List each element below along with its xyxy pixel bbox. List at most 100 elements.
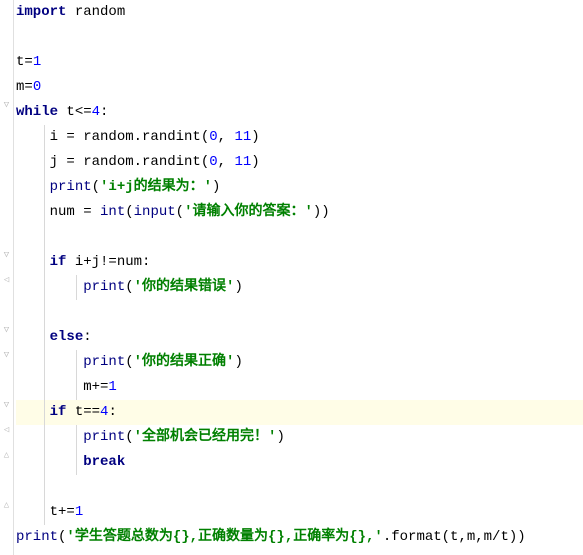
code-line[interactable] <box>16 25 583 50</box>
paren: ( <box>92 179 100 195</box>
indent-guide <box>44 200 45 225</box>
code-line[interactable] <box>16 300 583 325</box>
text: m+= <box>16 379 108 395</box>
assign: m= <box>16 79 33 95</box>
code-line[interactable]: else: <box>16 325 583 350</box>
indent <box>16 354 83 370</box>
code-line[interactable]: while t<=4: <box>16 100 583 125</box>
number-literal: 0 <box>209 129 217 145</box>
code-line[interactable]: t+=1 <box>16 500 583 525</box>
module-name: random <box>66 4 125 20</box>
indent-guide <box>44 275 45 300</box>
indent-guide <box>44 500 45 525</box>
code-line[interactable] <box>16 475 583 500</box>
gutter <box>0 0 14 555</box>
indent-guide <box>44 375 45 400</box>
indent-guide <box>44 400 45 425</box>
indent-guide <box>44 225 45 250</box>
indent-guide <box>44 475 45 500</box>
fold-icon[interactable] <box>1 500 12 511</box>
builtin-print: print <box>16 529 58 545</box>
indent-guide <box>76 425 77 450</box>
indent-guide <box>44 125 45 150</box>
string-literal: '学生答题总数为{},正确数量为{},正确率为{},' <box>66 529 382 545</box>
indent <box>16 429 83 445</box>
code-line[interactable]: num = int(input('请输入你的答案：')) <box>16 200 583 225</box>
number-literal: 1 <box>108 379 116 395</box>
code-line[interactable]: j = random.randint(0, 11) <box>16 150 583 175</box>
paren: ( <box>176 204 184 220</box>
code-area[interactable]: import random t=1 m=0 while t<=4: i = ra… <box>14 0 583 555</box>
comma: , <box>218 154 235 170</box>
colon: : <box>83 329 91 345</box>
indent-guide <box>44 175 45 200</box>
paren: ( <box>125 354 133 370</box>
builtin-print: print <box>83 354 125 370</box>
fold-icon[interactable] <box>1 450 12 461</box>
indent-guide <box>44 250 45 275</box>
string-literal: '全部机会已经用完！' <box>134 429 277 445</box>
string-literal: '你的结果正确' <box>134 354 235 370</box>
code-line[interactable]: print('全部机会已经用完！') <box>16 425 583 450</box>
code-line[interactable]: break <box>16 450 583 475</box>
fold-icon[interactable] <box>1 325 12 336</box>
paren: ) <box>212 179 220 195</box>
number-literal: 0 <box>209 154 217 170</box>
code-line[interactable]: t=1 <box>16 50 583 75</box>
indent-guide <box>76 350 77 375</box>
indent-guide <box>44 450 45 475</box>
keyword-else: else <box>50 329 84 345</box>
string-literal: 'i+j的结果为：' <box>100 179 212 195</box>
fold-icon[interactable] <box>1 275 12 286</box>
builtin-int: int <box>100 204 125 220</box>
colon: : <box>100 104 108 120</box>
expr: t<= <box>58 104 92 120</box>
paren: ( <box>125 429 133 445</box>
fold-icon[interactable] <box>1 350 12 361</box>
code-line[interactable]: m+=1 <box>16 375 583 400</box>
code-line[interactable]: print('i+j的结果为：') <box>16 175 583 200</box>
builtin-print: print <box>83 429 125 445</box>
text: t+= <box>16 504 75 520</box>
fold-icon[interactable] <box>1 400 12 411</box>
indent <box>16 454 83 470</box>
code-line[interactable]: import random <box>16 0 583 25</box>
indent-guide <box>76 450 77 475</box>
expr: t== <box>66 404 100 420</box>
string-literal: '请输入你的答案：' <box>184 204 313 220</box>
assign: t= <box>16 54 33 70</box>
colon: : <box>108 404 116 420</box>
paren: ) <box>276 429 284 445</box>
code-line[interactable]: if i+j!=num: <box>16 250 583 275</box>
indent-guide <box>44 350 45 375</box>
paren: ) <box>234 279 242 295</box>
code-line[interactable]: m=0 <box>16 75 583 100</box>
keyword-if: if <box>50 404 67 420</box>
number-literal: 0 <box>33 79 41 95</box>
number-literal: 4 <box>92 104 100 120</box>
indent-guide <box>76 375 77 400</box>
number-literal: 11 <box>234 129 251 145</box>
paren: ) <box>251 154 259 170</box>
text: num = <box>16 204 100 220</box>
keyword-while: while <box>16 104 58 120</box>
expr: i+j!=num: <box>66 254 150 270</box>
indent-guide <box>44 300 45 325</box>
paren: ) <box>251 129 259 145</box>
fold-icon[interactable] <box>1 425 12 436</box>
fold-icon[interactable] <box>1 100 12 111</box>
code-line[interactable]: i = random.randint(0, 11) <box>16 125 583 150</box>
fold-icon[interactable] <box>1 250 12 261</box>
indent-guide <box>44 325 45 350</box>
code-line-highlighted[interactable]: if t==4: <box>16 400 583 425</box>
code-editor: import random t=1 m=0 while t<=4: i = ra… <box>0 0 583 555</box>
code-line[interactable]: print('学生答题总数为{},正确数量为{},正确率为{},'.format… <box>16 525 583 550</box>
code-line[interactable]: print('你的结果错误') <box>16 275 583 300</box>
code-line[interactable] <box>16 225 583 250</box>
code-line[interactable]: print('你的结果正确') <box>16 350 583 375</box>
number-literal: 1 <box>75 504 83 520</box>
number-literal: 1 <box>33 54 41 70</box>
builtin-input: input <box>134 204 176 220</box>
paren: ) <box>234 354 242 370</box>
paren: )) <box>313 204 330 220</box>
